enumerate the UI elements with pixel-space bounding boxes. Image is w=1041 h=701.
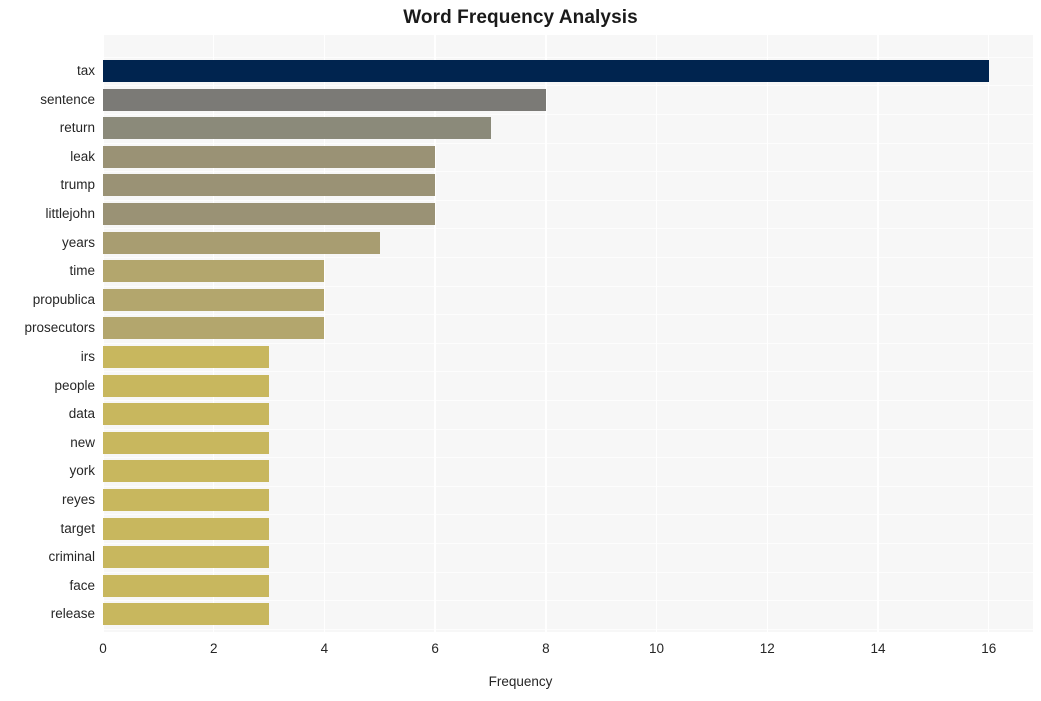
- y-axis-tick-label: return: [59, 120, 95, 136]
- y-axis-tick-label: data: [68, 406, 95, 422]
- gridline-horizontal: [103, 399, 1033, 401]
- x-axis-tick-label: 8: [542, 641, 550, 656]
- bar[interactable]: [103, 288, 325, 311]
- gridline-horizontal: [103, 256, 1033, 258]
- word-frequency-chart: Word Frequency Analysis Frequency tax sen…: [0, 0, 1041, 701]
- gridline-horizontal: [103, 142, 1033, 144]
- y-axis-tick-label: york: [69, 463, 95, 479]
- bar[interactable]: [103, 603, 270, 626]
- y-axis-tick-label: face: [69, 577, 95, 593]
- y-axis-tick-label: people: [54, 377, 95, 393]
- bar[interactable]: [103, 546, 270, 569]
- bar[interactable]: [103, 403, 270, 426]
- x-axis-label: Frequency: [488, 674, 553, 689]
- gridline-horizontal: [103, 485, 1033, 487]
- x-axis-tick-label: 4: [320, 641, 329, 656]
- y-axis-tick-label: criminal: [48, 549, 95, 565]
- plot-area: [103, 35, 1033, 632]
- x-axis-tick-label: 10: [649, 641, 665, 656]
- bar[interactable]: [103, 231, 380, 254]
- x-axis-tick-label: 14: [870, 641, 886, 656]
- bar[interactable]: [103, 346, 270, 368]
- y-axis-tick-label: years: [61, 234, 95, 250]
- gridline-horizontal: [103, 371, 1033, 373]
- bar[interactable]: [103, 574, 270, 597]
- gridline-horizontal: [103, 228, 1033, 230]
- y-axis-tick-label: release: [50, 606, 95, 622]
- bar[interactable]: [103, 145, 436, 168]
- bar[interactable]: [103, 374, 270, 397]
- gridline-horizontal: [103, 171, 1033, 173]
- gridline-horizontal: [103, 514, 1033, 516]
- x-axis-tick-label: 16: [981, 641, 997, 656]
- bar[interactable]: [103, 203, 436, 225]
- y-axis-tick-label: target: [60, 520, 95, 536]
- gridline-horizontal: [103, 542, 1033, 544]
- y-axis-tick-label: sentence: [40, 91, 95, 107]
- bar[interactable]: [103, 431, 270, 454]
- y-axis-tick-label: littlejohn: [45, 206, 95, 221]
- x-axis-tick-label: 12: [759, 641, 775, 656]
- bar[interactable]: [103, 117, 491, 140]
- bar[interactable]: [103, 460, 270, 483]
- bar[interactable]: [103, 489, 270, 511]
- gridline-horizontal: [103, 342, 1033, 344]
- y-axis-tick-label: new: [70, 434, 95, 450]
- y-axis-tick-label: prosecutors: [24, 320, 95, 336]
- x-axis-tick-label: 2: [209, 641, 218, 656]
- bar[interactable]: [103, 60, 989, 82]
- bar[interactable]: [103, 174, 436, 197]
- bar[interactable]: [103, 517, 270, 540]
- gridline-horizontal: [103, 628, 1033, 630]
- y-axis-tick-label: reyes: [61, 492, 95, 507]
- bar[interactable]: [103, 317, 325, 340]
- gridline-horizontal: [103, 285, 1033, 287]
- gridline-horizontal: [103, 314, 1033, 316]
- y-axis-tick-label: time: [69, 263, 95, 279]
- gridline-horizontal: [103, 428, 1033, 430]
- y-axis-tick-label: propublica: [32, 291, 95, 307]
- gridline-horizontal: [103, 600, 1033, 602]
- gridline-horizontal: [103, 85, 1033, 87]
- gridline-horizontal: [103, 113, 1033, 115]
- bar[interactable]: [103, 88, 546, 111]
- chart-title: Word Frequency Analysis: [403, 7, 638, 28]
- x-axis-tick-label: 6: [431, 641, 439, 656]
- y-axis-tick-label: irs: [80, 349, 95, 364]
- gridline-horizontal: [103, 571, 1033, 573]
- gridline-horizontal: [103, 56, 1033, 58]
- gridline-horizontal: [103, 457, 1033, 459]
- y-axis-tick-label: tax: [76, 63, 95, 78]
- y-axis-tick-label: leak: [70, 148, 95, 164]
- y-axis-tick-label: trump: [60, 177, 95, 193]
- x-axis-tick-label: 0: [99, 641, 107, 656]
- gridline-horizontal: [103, 199, 1033, 201]
- bar[interactable]: [103, 260, 325, 283]
